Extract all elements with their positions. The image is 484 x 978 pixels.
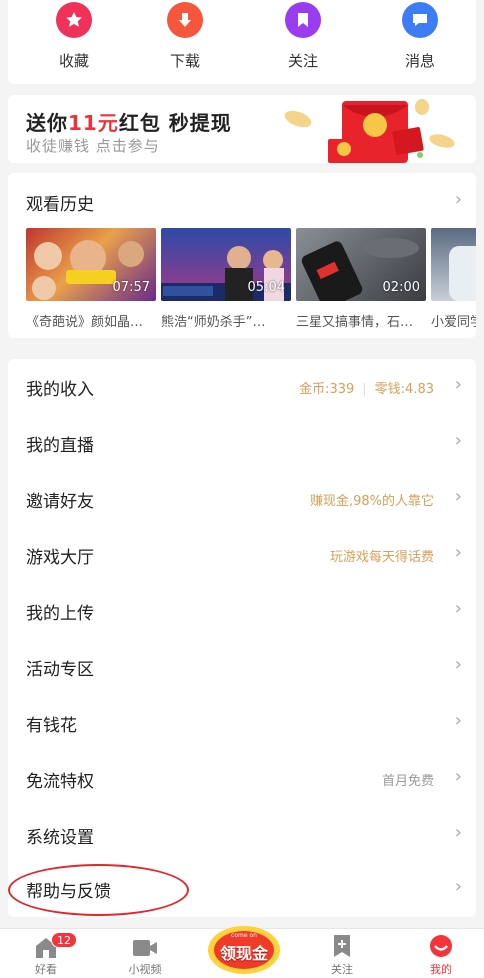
- chevron-right-icon: ›: [454, 374, 462, 395]
- download-icon: [167, 2, 203, 38]
- menu-item-income[interactable]: 我的收入 金币:339 | 零钱:4.83 ›: [8, 359, 476, 415]
- video-thumbnail-image: [449, 246, 476, 301]
- chevron-right-icon: ›: [454, 542, 462, 563]
- follow-button[interactable]: 关注: [263, 2, 343, 71]
- banner-title: 送你11元红包 秒提现: [26, 107, 232, 136]
- tab-me[interactable]: 我的: [406, 929, 476, 977]
- video-caption[interactable]: 三星又搞事情，石…: [296, 311, 426, 330]
- tab-label: 关注: [331, 963, 353, 976]
- favorites-button[interactable]: 收藏: [34, 2, 114, 71]
- video-duration: 02:00: [382, 280, 420, 295]
- video-caption[interactable]: 小爱同学: [431, 311, 476, 330]
- menu-item-games[interactable]: 游戏大厅 玩游戏每天得话费 ›: [8, 527, 476, 583]
- menu-item-free-data[interactable]: 免流特权 首月免费 ›: [8, 751, 476, 807]
- promo-text: 领现金: [219, 944, 268, 963]
- menu-item-label: 游戏大厅: [26, 548, 94, 568]
- video-thumbnail[interactable]: 07:57: [26, 228, 156, 301]
- message-icon: [402, 2, 438, 38]
- menu-item-label: 免流特权: [26, 772, 94, 792]
- chevron-right-icon: ›: [454, 822, 462, 843]
- menu-item-label: 活动专区: [26, 660, 94, 680]
- video-camera-icon: [110, 929, 180, 959]
- chevron-right-icon: ›: [454, 710, 462, 731]
- tab-label: 小视频: [128, 963, 162, 976]
- menu-item-label: 邀请好友: [26, 492, 94, 512]
- bookmark-plus-icon: [307, 929, 377, 959]
- download-label: 下载: [169, 52, 200, 70]
- messages-button[interactable]: 消息: [380, 2, 460, 71]
- menu-item-label: 我的上传: [26, 604, 94, 624]
- value-divider: |: [362, 382, 367, 397]
- menu-item-live[interactable]: 我的直播 ›: [8, 415, 476, 471]
- coin-balance: 金币:339: [299, 382, 355, 397]
- download-button[interactable]: 下载: [145, 2, 225, 71]
- chevron-right-icon: ›: [454, 766, 462, 787]
- watch-history-panel: 观看历史 › 07:57 《奇葩说》颜如晶… 05:04 熊浩“师奶杀手”… 0…: [8, 173, 476, 338]
- favorites-label: 收藏: [58, 52, 89, 70]
- video-caption[interactable]: 熊浩“师奶杀手”…: [161, 311, 291, 330]
- video-duration: 05:04: [247, 280, 285, 295]
- tab-following[interactable]: 关注: [307, 929, 377, 977]
- menu-item-events[interactable]: 活动专区 ›: [8, 639, 476, 695]
- messages-label: 消息: [404, 52, 435, 70]
- watch-history-title[interactable]: 观看历史: [26, 190, 94, 215]
- menu-item-value: 首月免费: [381, 774, 434, 789]
- claim-cash-promo-button[interactable]: come on 领现金: [205, 918, 283, 978]
- bookmark-icon: [285, 2, 321, 38]
- highlight-circle: [8, 864, 189, 916]
- menu-item-invite[interactable]: 邀请好友 赚现金,98%的人靠它 ›: [8, 471, 476, 527]
- banner-title-prefix: 送你: [26, 111, 68, 135]
- star-icon: [56, 2, 92, 38]
- tab-label: 好看: [35, 963, 57, 976]
- video-caption[interactable]: 《奇葩说》颜如晶…: [26, 311, 156, 330]
- red-packet-banner[interactable]: 送你11元红包 秒提现 收徒赚钱 点击参与: [8, 95, 476, 163]
- menu-item-uploads[interactable]: 我的上传 ›: [8, 583, 476, 639]
- video-duration: 07:57: [112, 280, 150, 295]
- follow-label: 关注: [287, 52, 318, 70]
- tab-short-video[interactable]: 小视频: [110, 929, 180, 977]
- quick-actions-panel: 收藏 下载 关注 消息: [8, 0, 476, 84]
- menu-item-label: 有钱花: [26, 716, 77, 736]
- menu-item-loans[interactable]: 有钱花 ›: [8, 695, 476, 751]
- tab-home[interactable]: 好看 12: [11, 929, 81, 977]
- chevron-right-icon: ›: [454, 430, 462, 451]
- video-thumbnail[interactable]: 05:04: [161, 228, 291, 301]
- menu-item-value: 玩游戏每天得话费: [329, 550, 434, 565]
- chevron-right-icon: ›: [454, 598, 462, 619]
- chevron-right-icon[interactable]: ›: [455, 189, 462, 210]
- menu-item-label: 我的直播: [26, 436, 94, 456]
- promo-small-text: come on: [231, 932, 257, 939]
- video-thumbnail[interactable]: [431, 228, 476, 301]
- menu-item-label: 系统设置: [26, 828, 94, 848]
- video-thumbnail[interactable]: 02:00: [296, 228, 426, 301]
- menu-item-settings[interactable]: 系统设置 ›: [8, 807, 476, 863]
- settings-menu: 我的收入 金币:339 | 零钱:4.83 › 我的直播 › 邀请好友 赚现金,98…: [8, 359, 476, 917]
- chevron-right-icon: ›: [454, 876, 462, 897]
- tab-label: 我的: [430, 963, 452, 976]
- banner-subtitle: 收徒赚钱 点击参与: [26, 137, 160, 155]
- menu-item-value: 赚现金,98%的人靠它: [309, 494, 434, 509]
- red-packet-illustration: [284, 99, 455, 163]
- income-values: 金币:339 | 零钱:4.83: [299, 378, 434, 397]
- banner-title-suffix: 红包 秒提现: [118, 111, 232, 135]
- chevron-right-icon: ›: [454, 654, 462, 675]
- menu-item-label: 我的收入: [26, 380, 94, 400]
- notification-badge: 12: [51, 932, 77, 948]
- profile-icon: [406, 929, 476, 959]
- chevron-right-icon: ›: [454, 486, 462, 507]
- change-balance: 零钱:4.83: [374, 382, 434, 397]
- banner-title-amount: 11元: [68, 111, 119, 135]
